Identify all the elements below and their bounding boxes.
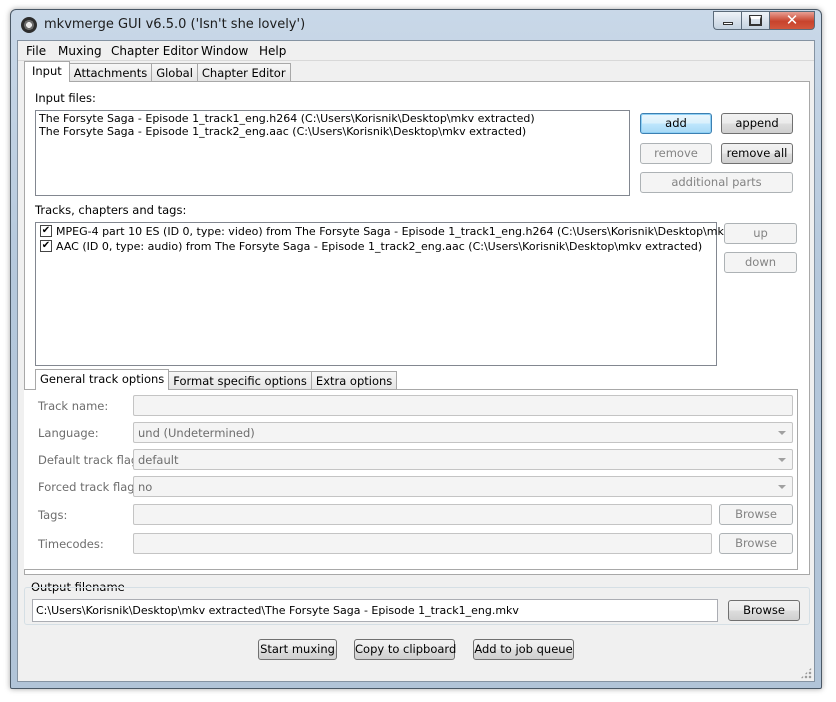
additional-parts-button[interactable]: additional parts <box>640 172 793 193</box>
add-to-job-queue-button[interactable]: Add to job queue <box>473 639 574 660</box>
output-browse-button[interactable]: Browse <box>728 600 800 621</box>
menu-bar: File Muxing Chapter Editor Window Help <box>18 41 814 61</box>
track-checkbox[interactable]: ✔ <box>40 225 52 237</box>
default-track-flag-select[interactable]: default <box>133 449 793 470</box>
language-value: und (Undetermined) <box>138 426 255 440</box>
tracks-list[interactable]: ✔ MPEG-4 part 10 ES (ID 0, type: video) … <box>35 222 791 366</box>
menu-window[interactable]: Window <box>201 44 248 58</box>
tab-attachments[interactable]: Attachments <box>68 63 153 82</box>
close-button[interactable]: ✕ <box>769 11 815 30</box>
tab-format-specific-options[interactable]: Format specific options <box>168 371 312 390</box>
track-checkbox[interactable]: ✔ <box>40 240 52 252</box>
tab-chapter-editor[interactable]: Chapter Editor <box>196 63 291 82</box>
window-controls: ✕ <box>713 11 815 30</box>
track-label: MPEG-4 part 10 ES (ID 0, type: video) fr… <box>56 225 791 238</box>
tags-browse-button[interactable]: Browse <box>719 504 793 525</box>
tab-input[interactable]: Input <box>24 61 70 82</box>
tags-label: Tags: <box>38 508 68 522</box>
default-track-flag-label: Default track flag: <box>38 453 143 467</box>
main-window: mkvmerge GUI v6.5.0 ('Isn't she lovely')… <box>10 9 822 689</box>
timecodes-browse-button[interactable]: Browse <box>719 533 793 554</box>
input-file-item[interactable]: The Forsyte Saga - Episode 1_track2_eng.… <box>39 125 526 138</box>
menu-muxing[interactable]: Muxing <box>58 44 102 58</box>
track-name-label: Track name: <box>38 399 109 413</box>
close-icon: ✕ <box>785 11 799 29</box>
remove-all-button[interactable]: remove all <box>721 143 793 164</box>
input-file-item[interactable]: The Forsyte Saga - Episode 1_track1_eng.… <box>39 112 535 125</box>
timecodes-field[interactable] <box>133 533 712 554</box>
tab-global[interactable]: Global <box>151 63 198 82</box>
default-track-flag-value: default <box>138 453 179 467</box>
track-options-tab-strip: General track options Format specific op… <box>35 369 398 390</box>
tracks-label: Tracks, chapters and tags: <box>35 203 187 217</box>
window-title: mkvmerge GUI v6.5.0 ('Isn't she lovely') <box>44 17 306 32</box>
start-muxing-button[interactable]: Start muxing <box>258 639 337 660</box>
forced-track-flag-select[interactable]: no <box>133 476 793 497</box>
language-label: Language: <box>38 426 99 440</box>
tags-field[interactable] <box>133 504 712 525</box>
down-button[interactable]: down <box>724 252 797 273</box>
output-filename-field[interactable]: C:\Users\Korisnik\Desktop\mkv extracted\… <box>32 599 718 622</box>
general-track-options-page: Track name: Language: und (Undetermined)… <box>24 389 798 570</box>
input-files-label: Input files: <box>35 91 96 105</box>
chevron-down-icon <box>778 458 786 462</box>
track-row-video[interactable]: ✔ MPEG-4 part 10 ES (ID 0, type: video) … <box>36 225 791 239</box>
up-button[interactable]: up <box>724 223 797 244</box>
append-button[interactable]: append <box>721 113 793 134</box>
tab-general-track-options[interactable]: General track options <box>35 369 170 390</box>
minimize-button[interactable] <box>713 11 741 30</box>
menu-file[interactable]: File <box>26 44 46 58</box>
forced-track-flag-value: no <box>138 480 153 494</box>
timecodes-label: Timecodes: <box>38 537 104 551</box>
client-area: File Muxing Chapter Editor Window Help I… <box>17 40 815 682</box>
menu-help[interactable]: Help <box>259 44 286 58</box>
app-icon <box>21 17 37 33</box>
copy-to-clipboard-button[interactable]: Copy to clipboard <box>354 639 456 660</box>
tab-extra-options[interactable]: Extra options <box>310 371 398 390</box>
track-name-field[interactable] <box>133 395 793 416</box>
track-row-audio[interactable]: ✔ AAC (ID 0, type: audio) from The Forsy… <box>36 240 716 254</box>
maximize-button[interactable] <box>741 11 769 30</box>
language-select[interactable]: und (Undetermined) <box>133 422 793 443</box>
add-button[interactable]: add <box>640 113 712 134</box>
output-filename-value: C:\Users\Korisnik\Desktop\mkv extracted\… <box>36 604 519 617</box>
track-label: AAC (ID 0, type: audio) from The Forsyte… <box>56 240 703 253</box>
input-tab-page: Input files: The Forsyte Saga - Episode … <box>24 81 810 575</box>
main-tab-strip: Input Attachments Global Chapter Editor <box>24 61 291 82</box>
chevron-down-icon <box>778 431 786 435</box>
remove-button[interactable]: remove <box>640 143 712 164</box>
maximize-icon <box>749 15 762 26</box>
chevron-down-icon <box>778 485 786 489</box>
menu-chapter-editor[interactable]: Chapter Editor <box>111 44 198 58</box>
minimize-icon <box>723 22 733 25</box>
title-bar[interactable]: mkvmerge GUI v6.5.0 ('Isn't she lovely')… <box>11 10 821 40</box>
resize-grip-icon[interactable] <box>800 667 812 679</box>
input-files-list[interactable]: The Forsyte Saga - Episode 1_track1_eng.… <box>35 110 630 196</box>
forced-track-flag-label: Forced track flag: <box>38 480 139 494</box>
